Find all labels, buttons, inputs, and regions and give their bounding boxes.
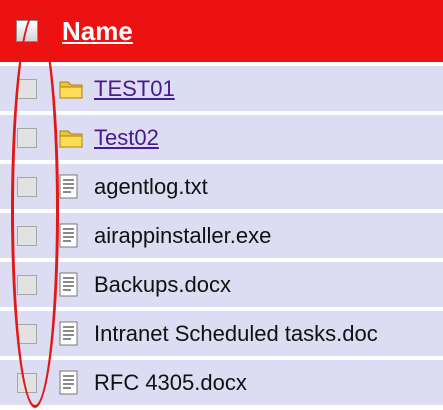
table-row[interactable]: agentlog.txt (0, 162, 443, 213)
select-all-checkbox[interactable] (16, 20, 38, 42)
row-checkbox[interactable] (17, 372, 37, 393)
table-row[interactable]: TEST01 (0, 64, 443, 115)
file-list-panel: Name TEST01 Test02 agentlog.txt airappin… (0, 0, 443, 410)
folder-link[interactable]: TEST01 (94, 76, 175, 101)
file-name[interactable]: Backups.docx (92, 260, 443, 311)
row-checkbox[interactable] (17, 323, 37, 344)
row-checkbox[interactable] (17, 78, 37, 99)
table-row[interactable]: Backups.docx (0, 260, 443, 311)
file-table: Name TEST01 Test02 agentlog.txt airappin… (0, 0, 443, 405)
file-name[interactable]: Intranet Scheduled tasks.doc (92, 309, 443, 360)
table-row[interactable]: Intranet Scheduled tasks.doc (0, 309, 443, 360)
table-row[interactable]: RFC 4305.docx (0, 358, 443, 405)
folder-link[interactable]: Test02 (94, 125, 159, 150)
name-sort-link[interactable]: Name (62, 16, 133, 46)
folder-icon (58, 76, 92, 102)
document-icon (58, 174, 92, 200)
select-all-cell (0, 0, 52, 66)
document-icon (58, 370, 92, 396)
table-header-row: Name (0, 0, 443, 66)
table-row[interactable]: Test02 (0, 113, 443, 164)
file-name[interactable]: agentlog.txt (92, 162, 443, 213)
file-name[interactable]: RFC 4305.docx (92, 358, 443, 405)
table-row[interactable]: airappinstaller.exe (0, 211, 443, 262)
document-icon (58, 321, 92, 347)
folder-icon (58, 125, 92, 151)
document-icon (58, 272, 92, 298)
document-icon (58, 223, 92, 249)
row-checkbox[interactable] (17, 127, 37, 148)
name-column-header: Name (52, 0, 443, 66)
row-checkbox[interactable] (17, 176, 37, 197)
file-name[interactable]: airappinstaller.exe (92, 211, 443, 262)
row-checkbox[interactable] (17, 225, 37, 246)
row-checkbox[interactable] (17, 274, 37, 295)
